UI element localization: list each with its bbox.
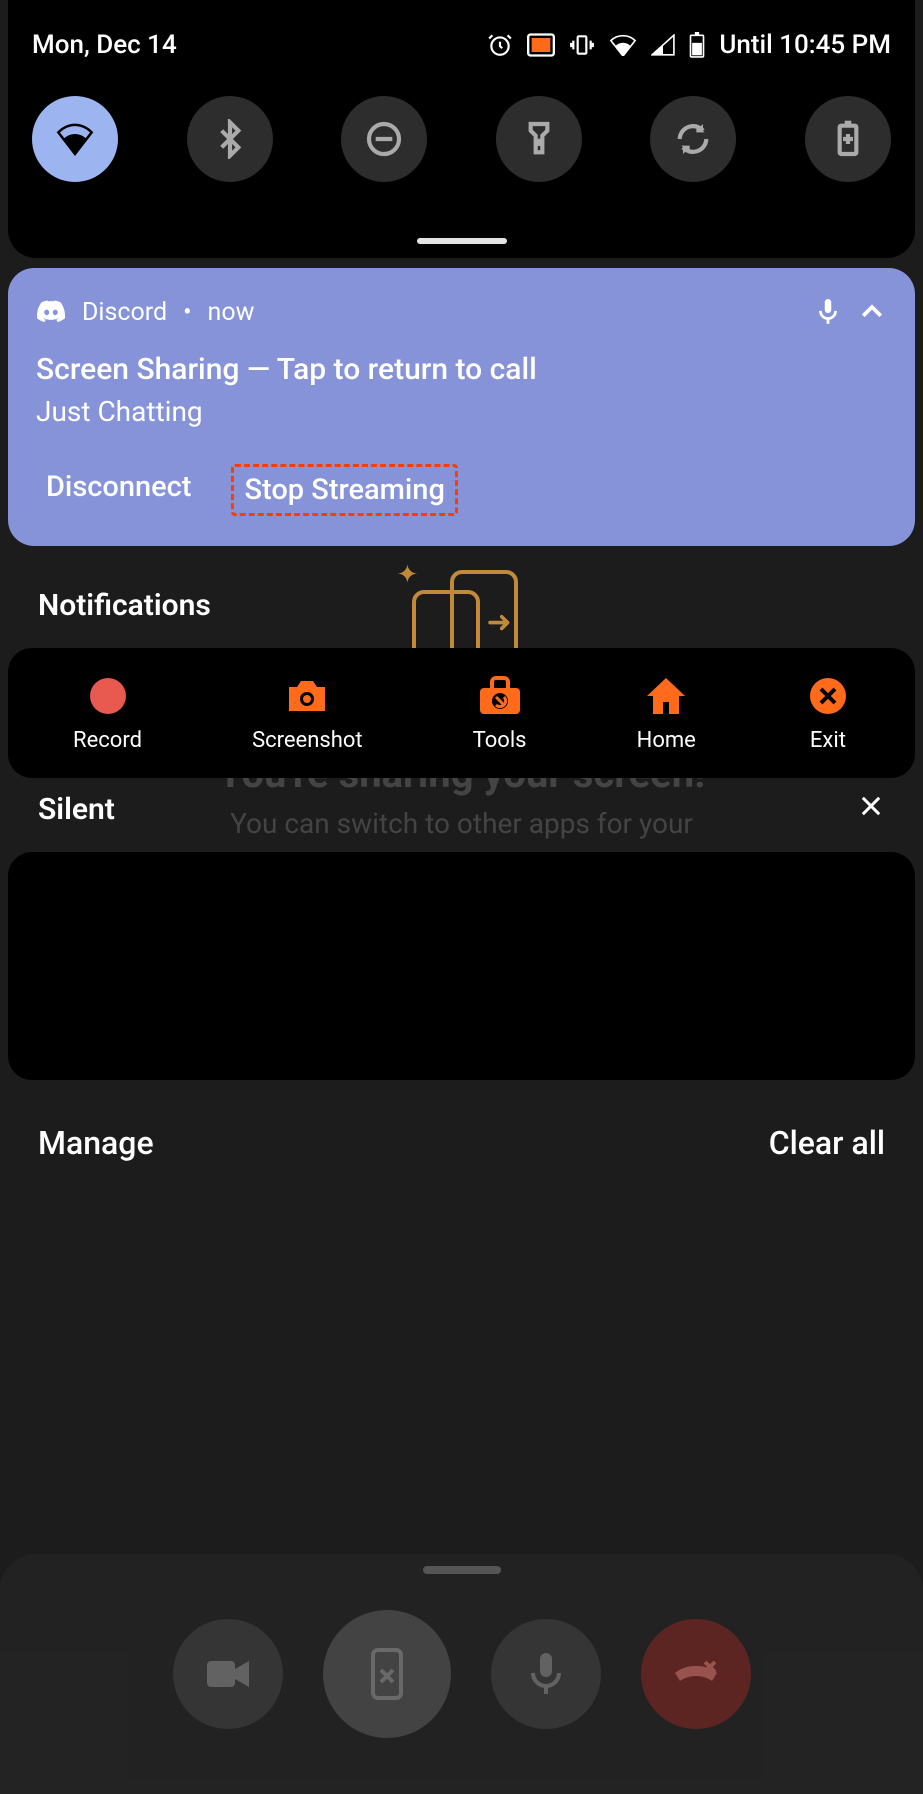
bluetooth-icon [210,119,250,159]
rotate-icon [673,119,713,159]
exit-button[interactable]: Exit [806,674,850,753]
dnd-icon [364,119,404,159]
stop-share-button[interactable] [323,1610,451,1738]
hangup-button[interactable] [641,1619,751,1729]
tools-label: Tools [473,728,527,753]
wifi-icon [55,119,95,159]
call-controls-bar[interactable] [0,1554,923,1794]
home-icon [644,674,688,718]
wifi-status-icon [609,34,637,56]
home-label: Home [637,728,696,753]
silent-section-header: Silent [38,792,115,827]
flashlight-tile[interactable] [496,96,582,182]
status-date: Mon, Dec 14 [32,30,177,60]
notifications-section-header: Notifications [38,588,211,623]
clear-all-button[interactable]: Clear all [769,1124,885,1162]
exit-label: Exit [810,728,846,753]
vibrate-icon [569,32,595,58]
quick-settings-panel: Mon, Dec 14 Until 10:45 PM [8,0,915,258]
video-icon [205,1657,251,1691]
flashlight-icon [519,119,559,159]
discord-icon [36,300,66,324]
wifi-tile[interactable] [32,96,118,182]
toolbox-icon [478,674,522,718]
quick-settings-tiles [32,96,891,182]
toggle-mic-button[interactable] [491,1619,601,1729]
microphone-icon [529,1651,563,1697]
background-subtitle: You can switch to other apps for your [230,807,693,840]
shade-drag-handle[interactable] [417,238,507,244]
mic-icon[interactable] [815,296,841,328]
battery-saver-icon [828,119,868,159]
stop-streaming-button[interactable]: Stop Streaming [231,464,457,516]
close-icon [857,792,885,820]
close-circle-icon [806,674,850,718]
notification-title: Screen Sharing — Tap to return to call [36,352,887,387]
record-label: Record [73,728,142,753]
screenshot-button[interactable]: Screenshot [252,674,363,753]
hangup-icon [671,1654,721,1694]
alarm-icon [487,32,513,58]
rotate-tile[interactable] [650,96,736,182]
status-bar: Mon, Dec 14 Until 10:45 PM [32,30,891,60]
discord-notification[interactable]: Discord • now Screen Sharing — Tap to re… [8,268,915,546]
silent-notification-card[interactable] [8,852,915,1080]
status-until: Until 10:45 PM [719,30,891,60]
screenshot-label: Screenshot [252,728,363,753]
battery-icon [689,32,705,58]
home-button[interactable]: Home [637,674,696,753]
cast-icon [527,33,555,57]
toggle-camera-button[interactable] [173,1619,283,1729]
recorder-toolbar-notification: Record Screenshot Tools Home Exit [8,648,915,778]
record-button[interactable]: Record [73,674,142,753]
notification-subtitle: Just Chatting [36,395,887,428]
notification-separator: • [183,298,191,327]
camera-icon [285,674,329,718]
bluetooth-tile[interactable] [187,96,273,182]
disconnect-button[interactable]: Disconnect [36,464,201,516]
record-icon [86,674,130,718]
dnd-tile[interactable] [341,96,427,182]
notification-time: now [208,298,255,327]
signal-icon [651,34,675,56]
tools-button[interactable]: Tools [473,674,527,753]
dismiss-silent-button[interactable] [857,792,885,824]
notification-app-name: Discord [82,298,167,327]
manage-button[interactable]: Manage [38,1124,154,1162]
phone-stop-icon [367,1646,407,1702]
battery-saver-tile[interactable] [805,96,891,182]
collapse-icon[interactable] [857,297,887,327]
call-bar-drag-handle[interactable] [423,1566,501,1574]
